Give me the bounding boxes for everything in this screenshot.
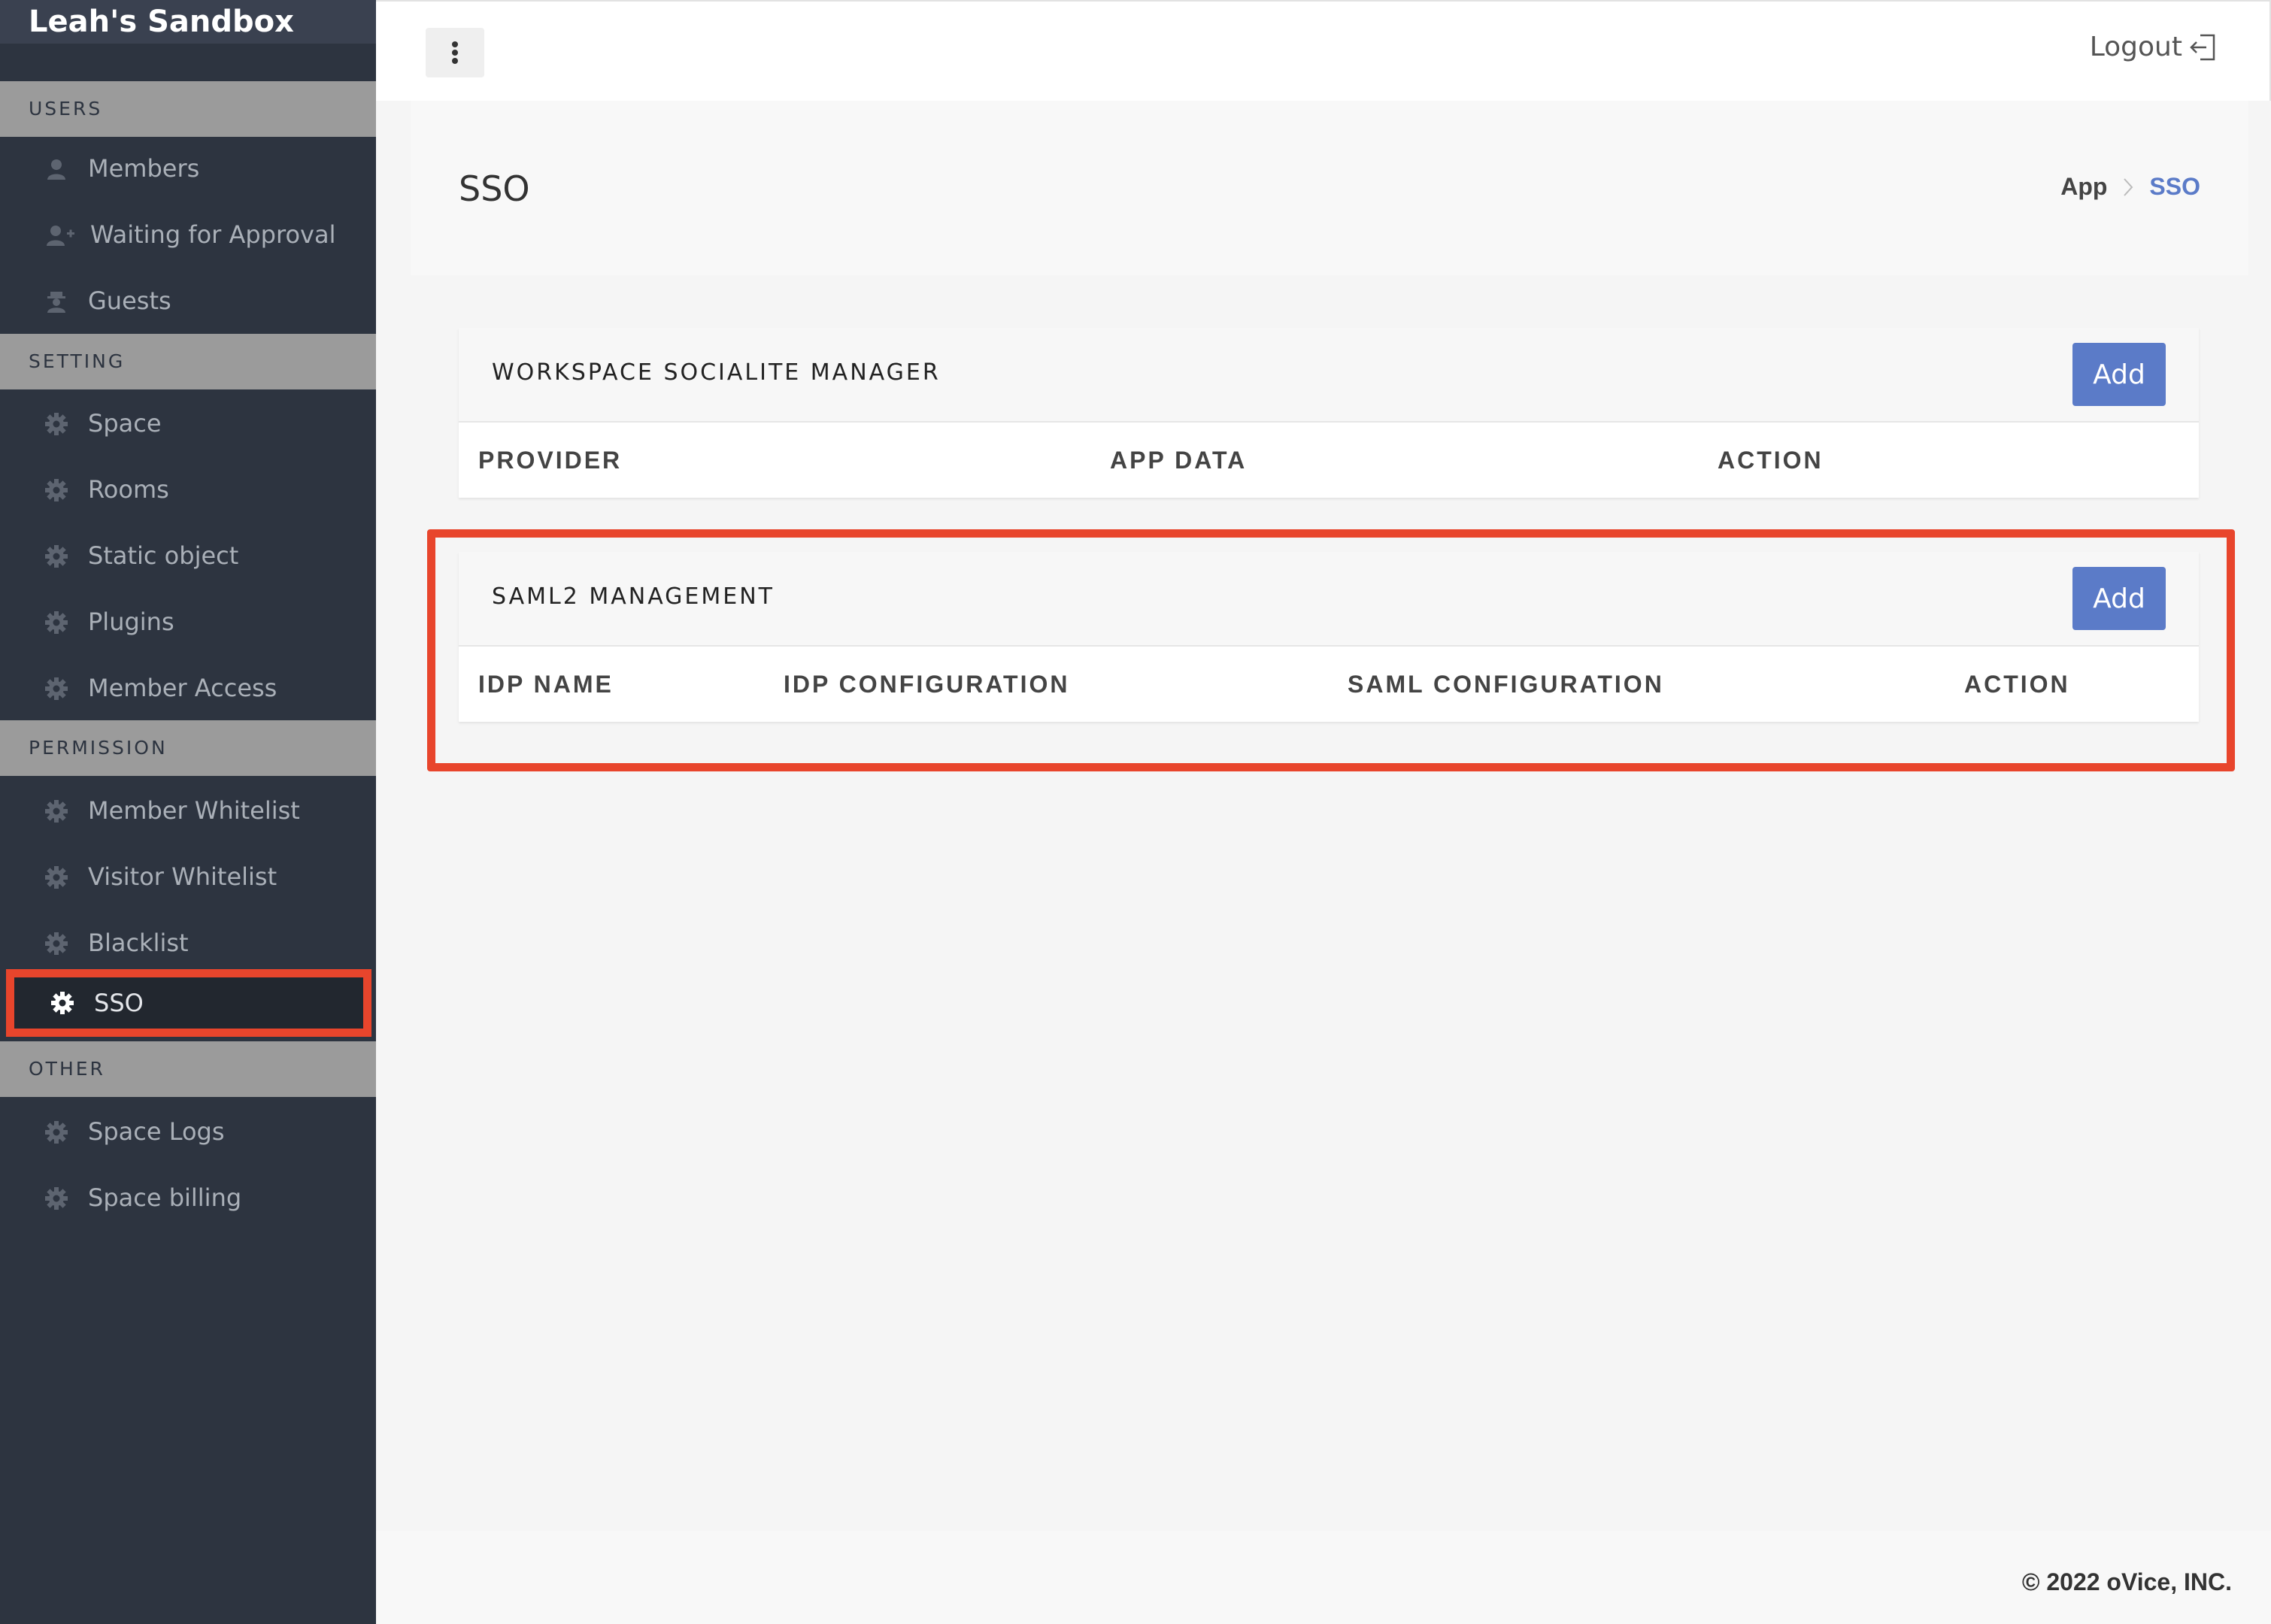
column-header-provider: PROVIDER: [478, 447, 623, 474]
sidebar-item-waiting-for-approval[interactable]: Waiting for Approval: [0, 208, 376, 261]
section-other: OTHER: [0, 1041, 376, 1097]
column-header-action: ACTION: [1718, 447, 1824, 474]
panel-title: WORKSPACE SOCIALITE MANAGER: [492, 359, 941, 386]
sidebar-item-label: Member Access: [88, 674, 277, 702]
sidebar-item-label: SSO: [94, 989, 144, 1017]
gear-icon: [45, 1187, 68, 1210]
breadcrumb-current: SSO: [2149, 173, 2200, 200]
sidebar-item-label: Waiting for Approval: [90, 220, 336, 249]
sidebar-item-label: Space Logs: [88, 1117, 225, 1146]
gear-icon: [45, 866, 68, 889]
sidebar-item-visitor-whitelist[interactable]: Visitor Whitelist: [0, 850, 376, 903]
table-header: IDP NAME IDP CONFIGURATION SAML CONFIGUR…: [459, 647, 2199, 722]
sidebar-item-label: Guests: [88, 286, 171, 315]
gear-icon: [45, 413, 68, 435]
sidebar-item-sso[interactable]: SSO: [6, 969, 371, 1037]
sidebar-item-label: Space: [88, 409, 162, 438]
column-header-idp-configuration: IDP CONFIGURATION: [784, 671, 1070, 698]
gear-icon: [45, 545, 68, 568]
sidebar-item-label: Blacklist: [88, 929, 189, 957]
sidebar: Leah's Sandbox USERS Members Waiting for…: [0, 0, 376, 1624]
panel-title: SAML2 MANAGEMENT: [492, 583, 775, 610]
sidebar-item-member-whitelist[interactable]: Member Whitelist: [0, 784, 376, 837]
section-users: USERS: [0, 81, 376, 137]
kebab-menu-icon: [452, 41, 458, 64]
page-header: SSO App SSO: [411, 101, 2248, 275]
logout-icon: [2190, 34, 2215, 60]
section-permission: PERMISSION: [0, 720, 376, 776]
add-saml-button[interactable]: Add: [2072, 567, 2166, 630]
add-socialite-button[interactable]: Add: [2072, 343, 2166, 406]
sidebar-item-members[interactable]: Members: [0, 142, 376, 195]
sidebar-item-label: Static object: [88, 541, 239, 570]
gear-icon: [45, 1121, 68, 1144]
sidebar-item-rooms[interactable]: Rooms: [0, 463, 376, 516]
topbar: Logout: [376, 0, 2271, 101]
sidebar-item-label: Space billing: [88, 1183, 242, 1212]
sidebar-item-label: Member Whitelist: [88, 796, 300, 825]
footer: © 2022 oVice, INC.: [376, 1531, 2271, 1624]
gear-icon: [45, 677, 68, 700]
table-header: PROVIDER APP DATA ACTION: [459, 423, 2199, 498]
column-header-app-data: APP DATA: [1110, 447, 1248, 474]
user-icon: [47, 159, 65, 180]
sidebar-item-label: Members: [88, 154, 200, 183]
chevron-right-icon: [2124, 177, 2133, 196]
sidebar-item-space-billing[interactable]: Space billing: [0, 1171, 376, 1224]
gear-icon: [45, 611, 68, 634]
logout-button[interactable]: Logout: [2090, 32, 2217, 62]
sidebar-item-blacklist[interactable]: Blacklist: [0, 917, 376, 969]
sidebar-item-label: Visitor Whitelist: [88, 862, 277, 891]
kebab-menu-button[interactable]: [426, 28, 484, 77]
panel-header: WORKSPACE SOCIALITE MANAGER Add: [459, 328, 2199, 423]
copyright-text: © 2022 oVice, INC.: [2021, 1568, 2232, 1595]
workspace-name: Leah's Sandbox: [0, 0, 376, 44]
breadcrumb: App SSO: [2060, 173, 2200, 201]
breadcrumb-app-link[interactable]: App: [2060, 173, 2107, 201]
gear-icon: [51, 992, 74, 1014]
gear-icon: [45, 932, 68, 955]
logout-label: Logout: [2089, 32, 2182, 62]
sidebar-item-plugins[interactable]: Plugins: [0, 595, 376, 648]
section-setting: SETTING: [0, 334, 376, 389]
guest-icon: [47, 292, 65, 313]
sidebar-item-guests[interactable]: Guests: [0, 274, 376, 327]
sidebar-item-label: Rooms: [88, 475, 169, 504]
sidebar-item-static-object[interactable]: Static object: [0, 529, 376, 582]
column-header-idp-name: IDP NAME: [478, 671, 614, 698]
gear-icon: [45, 800, 68, 823]
panel-header: SAML2 MANAGEMENT Add: [459, 552, 2199, 647]
user-plus-icon: [47, 226, 74, 246]
sidebar-item-label: Plugins: [88, 607, 174, 636]
saml2-management-panel: SAML2 MANAGEMENT Add IDP NAME IDP CONFIG…: [459, 552, 2199, 722]
page-title: SSO: [459, 168, 530, 209]
sidebar-item-member-access[interactable]: Member Access: [0, 662, 376, 714]
sidebar-item-space[interactable]: Space: [0, 397, 376, 450]
workspace-socialite-panel: WORKSPACE SOCIALITE MANAGER Add PROVIDER…: [459, 328, 2199, 498]
column-header-action: ACTION: [1964, 671, 2070, 698]
gear-icon: [45, 479, 68, 501]
column-header-saml-configuration: SAML CONFIGURATION: [1348, 671, 1664, 698]
sidebar-item-space-logs[interactable]: Space Logs: [0, 1105, 376, 1158]
